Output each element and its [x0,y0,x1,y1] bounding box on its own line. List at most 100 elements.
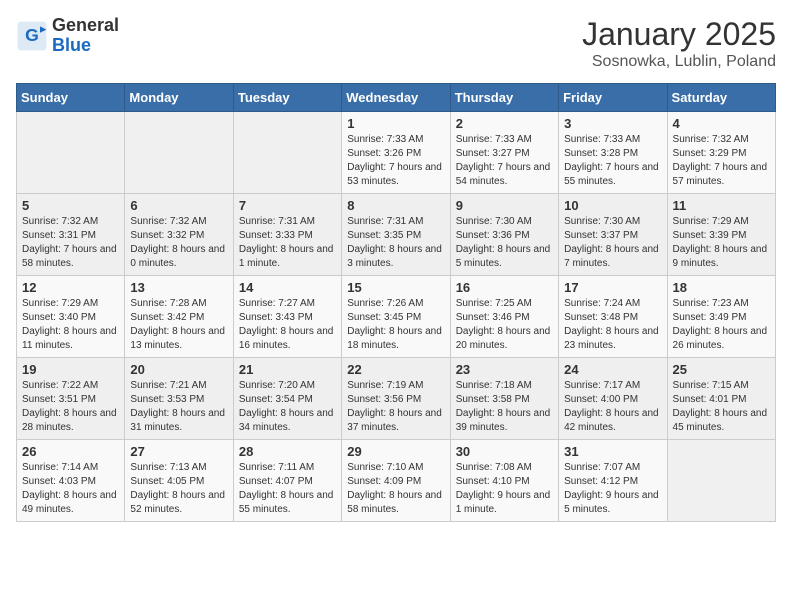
day-info: Sunrise: 7:08 AM Sunset: 4:10 PM Dayligh… [456,461,553,517]
calendar-day-cell: 25Sunrise: 7:15 AM Sunset: 4:01 PM Dayli… [667,358,775,440]
day-info: Sunrise: 7:13 AM Sunset: 4:05 PM Dayligh… [130,461,227,517]
day-number: 2 [456,116,553,131]
day-number: 21 [239,362,336,377]
page-header: G General Blue January 2025 Sosnowka, Lu… [16,16,776,71]
weekday-header: Wednesday [342,84,450,112]
day-number: 1 [347,116,444,131]
calendar-week-row: 19 Sunrise: 7:22 AM Sunset: 3:51 PM Dayli… [17,358,776,440]
calendar-day-cell: 12 Sunrise: 7:29 AM Sunset: 3:40 PM Dayli… [17,276,125,358]
calendar-day-cell: 7 Sunrise: 7:31 AM Sunset: 3:33 PM Daylig… [233,194,341,276]
day-info: Sunrise: 7:33 AM Sunset: 3:27 PM Dayligh… [456,133,553,189]
day-info: Sunrise: 7:17 AM Sunset: 4:00 PM Dayligh… [564,379,661,435]
day-number: 19 [22,362,119,377]
day-info: Sunrise: 7:26 AM Sunset: 3:45 PM Dayligh… [347,297,444,353]
svg-text:G: G [25,25,39,45]
day-number: 26 [22,444,119,459]
day-number: 7 [239,198,336,213]
day-number: 15 [347,280,444,295]
day-number: 28 [239,444,336,459]
day-number: 8 [347,198,444,213]
day-number: 12 [22,280,119,295]
day-info: Sunrise: 7:28 AM Sunset: 3:42 PM Dayligh… [130,297,227,353]
logo-blue-text: Blue [52,35,91,55]
calendar-day-cell: 18Sunrise: 7:23 AM Sunset: 3:49 PM Dayli… [667,276,775,358]
day-info: Sunrise: 7:30 AM Sunset: 3:37 PM Dayligh… [564,215,661,271]
day-number: 9 [456,198,553,213]
calendar-day-cell: 10Sunrise: 7:30 AM Sunset: 3:37 PM Dayli… [559,194,667,276]
calendar-day-cell [125,112,233,194]
day-info: Sunrise: 7:10 AM Sunset: 4:09 PM Dayligh… [347,461,444,517]
day-number: 31 [564,444,661,459]
weekday-header: Saturday [667,84,775,112]
logo: G General Blue [16,16,119,56]
calendar-day-cell: 30 Sunrise: 7:08 AM Sunset: 4:10 PM Dayli… [450,440,558,522]
calendar-day-cell: 15 Sunrise: 7:26 AM Sunset: 3:45 PM Dayli… [342,276,450,358]
title-block: January 2025 Sosnowka, Lublin, Poland [582,16,776,71]
calendar-day-cell: 3Sunrise: 7:33 AM Sunset: 3:28 PM Daylig… [559,112,667,194]
calendar-day-cell: 5 Sunrise: 7:32 AM Sunset: 3:31 PM Daylig… [17,194,125,276]
calendar-day-cell: 14 Sunrise: 7:27 AM Sunset: 3:43 PM Dayli… [233,276,341,358]
calendar-day-cell: 27 Sunrise: 7:13 AM Sunset: 4:05 PM Dayli… [125,440,233,522]
calendar-day-cell: 26 Sunrise: 7:14 AM Sunset: 4:03 PM Dayli… [17,440,125,522]
logo-general-text: General [52,15,119,35]
day-number: 16 [456,280,553,295]
day-info: Sunrise: 7:32 AM Sunset: 3:32 PM Dayligh… [130,215,227,271]
day-info: Sunrise: 7:31 AM Sunset: 3:35 PM Dayligh… [347,215,444,271]
day-number: 11 [673,198,770,213]
weekday-header: Tuesday [233,84,341,112]
day-number: 13 [130,280,227,295]
day-info: Sunrise: 7:31 AM Sunset: 3:33 PM Dayligh… [239,215,336,271]
weekday-header: Friday [559,84,667,112]
calendar-day-cell: 21 Sunrise: 7:20 AM Sunset: 3:54 PM Dayli… [233,358,341,440]
calendar-day-cell: 22 Sunrise: 7:19 AM Sunset: 3:56 PM Dayli… [342,358,450,440]
day-info: Sunrise: 7:15 AM Sunset: 4:01 PM Dayligh… [673,379,770,435]
day-info: Sunrise: 7:24 AM Sunset: 3:48 PM Dayligh… [564,297,661,353]
day-info: Sunrise: 7:11 AM Sunset: 4:07 PM Dayligh… [239,461,336,517]
day-number: 29 [347,444,444,459]
calendar-day-cell: 4 Sunrise: 7:32 AM Sunset: 3:29 PM Daylig… [667,112,775,194]
day-number: 18 [673,280,770,295]
day-number: 27 [130,444,227,459]
day-number: 6 [130,198,227,213]
day-info: Sunrise: 7:33 AM Sunset: 3:28 PM Dayligh… [564,133,661,189]
day-info: Sunrise: 7:19 AM Sunset: 3:56 PM Dayligh… [347,379,444,435]
calendar-day-cell: 16 Sunrise: 7:25 AM Sunset: 3:46 PM Dayli… [450,276,558,358]
calendar-day-cell: 8 Sunrise: 7:31 AM Sunset: 3:35 PM Daylig… [342,194,450,276]
calendar-table: SundayMondayTuesdayWednesdayThursdayFrid… [16,83,776,522]
calendar-day-cell [667,440,775,522]
day-info: Sunrise: 7:25 AM Sunset: 3:46 PM Dayligh… [456,297,553,353]
calendar-day-cell [233,112,341,194]
day-info: Sunrise: 7:22 AM Sunset: 3:51 PM Dayligh… [22,379,119,435]
calendar-week-row: 26 Sunrise: 7:14 AM Sunset: 4:03 PM Dayli… [17,440,776,522]
calendar-day-cell: 23Sunrise: 7:18 AM Sunset: 3:58 PM Dayli… [450,358,558,440]
day-number: 17 [564,280,661,295]
calendar-subtitle: Sosnowka, Lublin, Poland [582,53,776,71]
weekday-header: Thursday [450,84,558,112]
day-info: Sunrise: 7:20 AM Sunset: 3:54 PM Dayligh… [239,379,336,435]
day-info: Sunrise: 7:21 AM Sunset: 3:53 PM Dayligh… [130,379,227,435]
day-number: 20 [130,362,227,377]
day-number: 4 [673,116,770,131]
calendar-day-cell: 20 Sunrise: 7:21 AM Sunset: 3:53 PM Dayli… [125,358,233,440]
day-number: 14 [239,280,336,295]
calendar-day-cell [17,112,125,194]
day-info: Sunrise: 7:18 AM Sunset: 3:58 PM Dayligh… [456,379,553,435]
calendar-day-cell: 24Sunrise: 7:17 AM Sunset: 4:00 PM Dayli… [559,358,667,440]
calendar-day-cell: 19 Sunrise: 7:22 AM Sunset: 3:51 PM Dayli… [17,358,125,440]
calendar-day-cell: 29 Sunrise: 7:10 AM Sunset: 4:09 PM Dayli… [342,440,450,522]
day-number: 5 [22,198,119,213]
day-info: Sunrise: 7:32 AM Sunset: 3:31 PM Dayligh… [22,215,119,271]
calendar-week-row: 1Sunrise: 7:33 AM Sunset: 3:26 PM Daylig… [17,112,776,194]
calendar-day-cell: 17 Sunrise: 7:24 AM Sunset: 3:48 PM Dayli… [559,276,667,358]
calendar-day-cell: 6 Sunrise: 7:32 AM Sunset: 3:32 PM Daylig… [125,194,233,276]
day-info: Sunrise: 7:27 AM Sunset: 3:43 PM Dayligh… [239,297,336,353]
day-info: Sunrise: 7:32 AM Sunset: 3:29 PM Dayligh… [673,133,770,189]
day-number: 30 [456,444,553,459]
day-number: 22 [347,362,444,377]
logo-icon: G [16,20,48,52]
day-info: Sunrise: 7:29 AM Sunset: 3:40 PM Dayligh… [22,297,119,353]
day-info: Sunrise: 7:07 AM Sunset: 4:12 PM Dayligh… [564,461,661,517]
day-info: Sunrise: 7:14 AM Sunset: 4:03 PM Dayligh… [22,461,119,517]
calendar-day-cell: 13 Sunrise: 7:28 AM Sunset: 3:42 PM Dayli… [125,276,233,358]
calendar-day-cell: 31 Sunrise: 7:07 AM Sunset: 4:12 PM Dayli… [559,440,667,522]
